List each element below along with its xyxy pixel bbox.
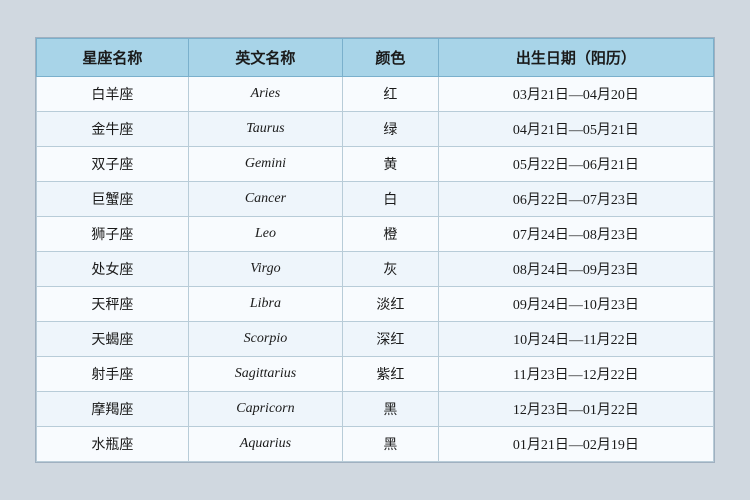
header-english-name: 英文名称 [188, 39, 342, 77]
cell-chinese-name: 金牛座 [37, 112, 189, 147]
zodiac-table-container: 星座名称 英文名称 颜色 出生日期（阳历） 白羊座Aries红03月21日—04… [35, 37, 715, 463]
cell-chinese-name: 天秤座 [37, 287, 189, 322]
cell-chinese-name: 白羊座 [37, 77, 189, 112]
cell-dates: 11月23日—12月22日 [438, 357, 713, 392]
cell-color: 橙 [343, 217, 439, 252]
cell-chinese-name: 摩羯座 [37, 392, 189, 427]
cell-dates: 08月24日—09月23日 [438, 252, 713, 287]
header-chinese-name: 星座名称 [37, 39, 189, 77]
table-row: 巨蟹座Cancer白06月22日—07月23日 [37, 182, 714, 217]
table-row: 天蝎座Scorpio深红10月24日—11月22日 [37, 322, 714, 357]
cell-english-name: Virgo [188, 252, 342, 287]
cell-color: 紫红 [343, 357, 439, 392]
cell-dates: 09月24日—10月23日 [438, 287, 713, 322]
table-row: 白羊座Aries红03月21日—04月20日 [37, 77, 714, 112]
cell-chinese-name: 双子座 [37, 147, 189, 182]
table-body: 白羊座Aries红03月21日—04月20日金牛座Taurus绿04月21日—0… [37, 77, 714, 462]
table-row: 双子座Gemini黄05月22日—06月21日 [37, 147, 714, 182]
table-row: 处女座Virgo灰08月24日—09月23日 [37, 252, 714, 287]
cell-english-name: Capricorn [188, 392, 342, 427]
zodiac-table: 星座名称 英文名称 颜色 出生日期（阳历） 白羊座Aries红03月21日—04… [36, 38, 714, 462]
header-dates: 出生日期（阳历） [438, 39, 713, 77]
cell-english-name: Cancer [188, 182, 342, 217]
cell-color: 淡红 [343, 287, 439, 322]
cell-color: 深红 [343, 322, 439, 357]
cell-dates: 10月24日—11月22日 [438, 322, 713, 357]
cell-color: 红 [343, 77, 439, 112]
cell-chinese-name: 狮子座 [37, 217, 189, 252]
cell-chinese-name: 巨蟹座 [37, 182, 189, 217]
table-row: 狮子座Leo橙07月24日—08月23日 [37, 217, 714, 252]
table-row: 天秤座Libra淡红09月24日—10月23日 [37, 287, 714, 322]
cell-english-name: Leo [188, 217, 342, 252]
cell-dates: 01月21日—02月19日 [438, 427, 713, 462]
cell-dates: 05月22日—06月21日 [438, 147, 713, 182]
cell-english-name: Aries [188, 77, 342, 112]
header-color: 颜色 [343, 39, 439, 77]
cell-english-name: Gemini [188, 147, 342, 182]
cell-chinese-name: 天蝎座 [37, 322, 189, 357]
table-row: 摩羯座Capricorn黑12月23日—01月22日 [37, 392, 714, 427]
cell-dates: 07月24日—08月23日 [438, 217, 713, 252]
cell-color: 黑 [343, 427, 439, 462]
table-row: 金牛座Taurus绿04月21日—05月21日 [37, 112, 714, 147]
cell-chinese-name: 射手座 [37, 357, 189, 392]
cell-color: 黄 [343, 147, 439, 182]
cell-english-name: Sagittarius [188, 357, 342, 392]
cell-english-name: Libra [188, 287, 342, 322]
cell-chinese-name: 处女座 [37, 252, 189, 287]
table-row: 水瓶座Aquarius黑01月21日—02月19日 [37, 427, 714, 462]
cell-english-name: Taurus [188, 112, 342, 147]
cell-dates: 04月21日—05月21日 [438, 112, 713, 147]
cell-dates: 12月23日—01月22日 [438, 392, 713, 427]
cell-chinese-name: 水瓶座 [37, 427, 189, 462]
cell-color: 绿 [343, 112, 439, 147]
cell-color: 黑 [343, 392, 439, 427]
cell-dates: 06月22日—07月23日 [438, 182, 713, 217]
cell-color: 白 [343, 182, 439, 217]
cell-english-name: Scorpio [188, 322, 342, 357]
cell-english-name: Aquarius [188, 427, 342, 462]
cell-color: 灰 [343, 252, 439, 287]
cell-dates: 03月21日—04月20日 [438, 77, 713, 112]
table-row: 射手座Sagittarius紫红11月23日—12月22日 [37, 357, 714, 392]
table-header-row: 星座名称 英文名称 颜色 出生日期（阳历） [37, 39, 714, 77]
